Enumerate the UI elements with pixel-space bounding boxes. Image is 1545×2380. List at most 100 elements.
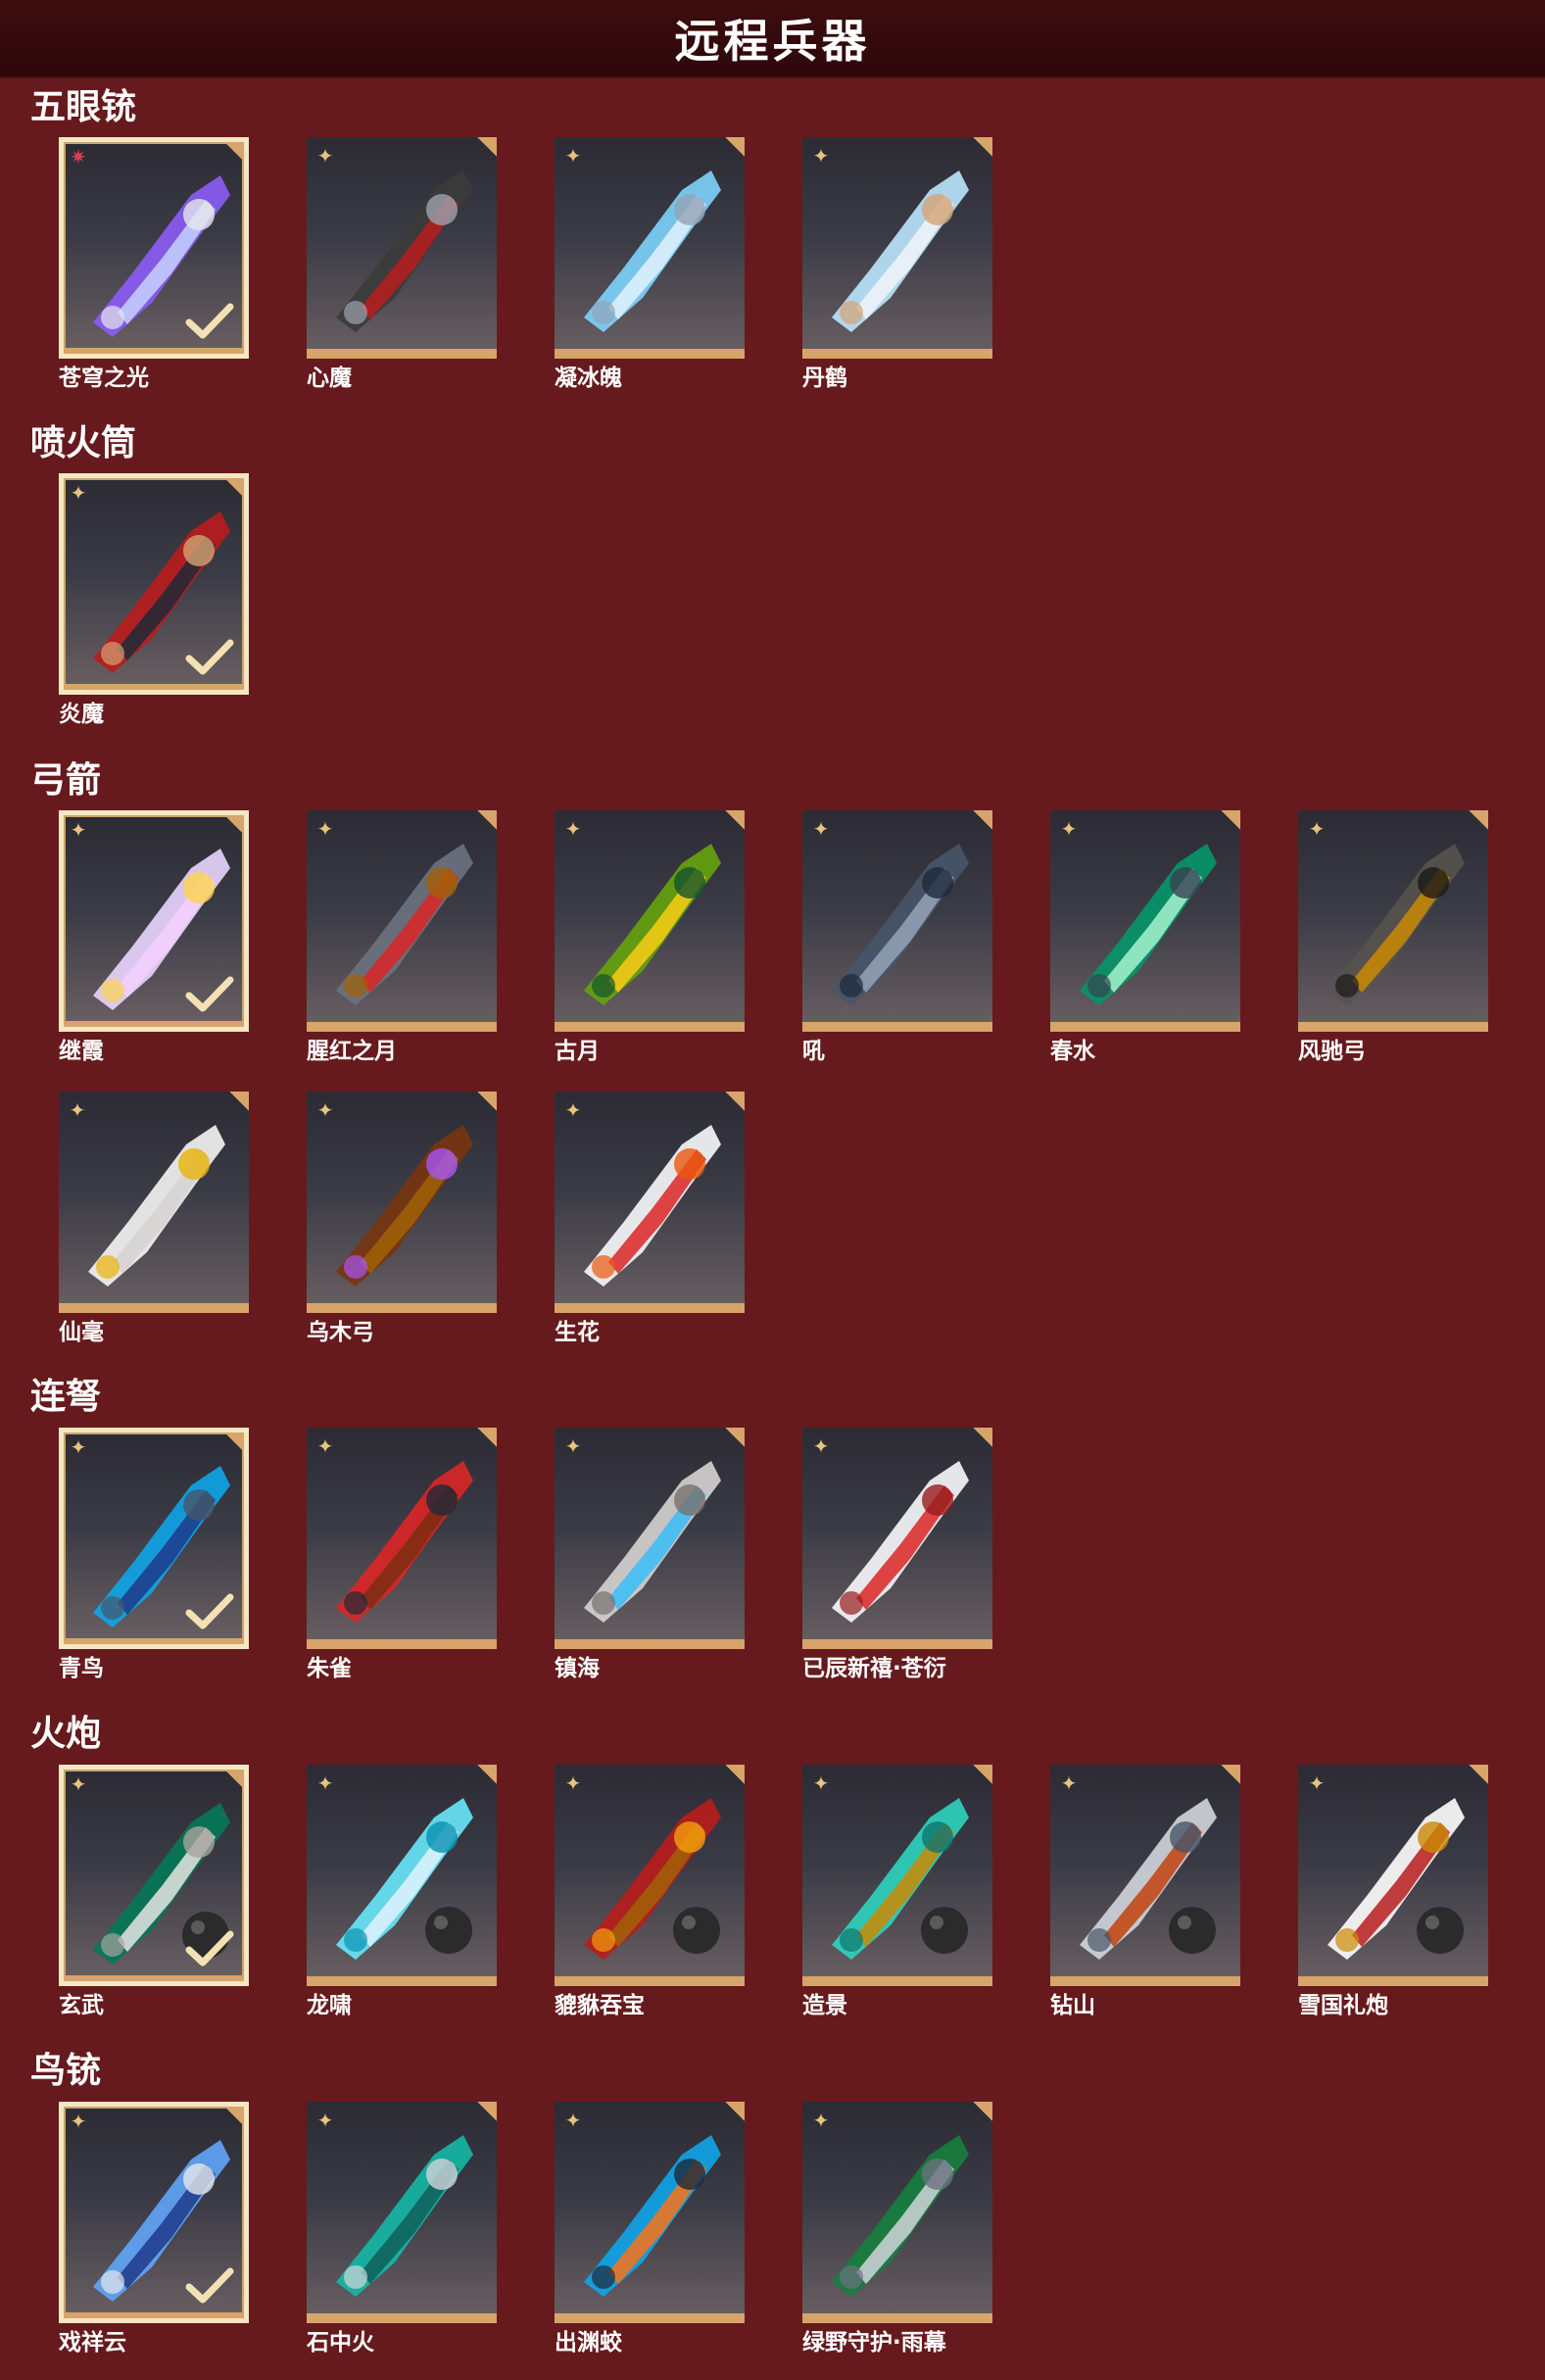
- page-header: 远程兵器: [0, 0, 1545, 78]
- corner-tab-icon: [723, 2102, 745, 2123]
- weapon-thumbnail: ✦: [555, 137, 745, 359]
- weapon-card[interactable]: ✦ 朱雀: [307, 1428, 497, 1688]
- weapon-thumbnail: ✦: [802, 2102, 992, 2323]
- weapon-thumbnail: ✦: [59, 1765, 249, 1986]
- check-icon: [185, 303, 234, 339]
- weapon-card[interactable]: ✦ 青鸟: [59, 1428, 249, 1688]
- weapon-thumbnail: ✦: [59, 810, 249, 1032]
- weapon-card[interactable]: ✦ 丹鹤: [802, 137, 992, 398]
- corner-tab-icon: [475, 1428, 497, 1449]
- gold-star-rarity-icon: ✦: [1308, 817, 1326, 841]
- weapon-thumbnail: ✦: [555, 2102, 745, 2323]
- weapon-thumbnail: ✦: [307, 810, 497, 1032]
- weapon-card[interactable]: ✦ 玄武: [59, 1765, 249, 2025]
- corner-tab-icon: [475, 810, 497, 832]
- corner-tab-icon: [227, 1092, 249, 1113]
- weapon-card[interactable]: ✦ 吼: [802, 810, 992, 1071]
- gold-star-rarity-icon: ✦: [1308, 1772, 1326, 1795]
- corner-tab-icon: [971, 137, 992, 159]
- weapon-name: 仙毫: [59, 1320, 104, 1345]
- section-title: 连弩: [30, 1377, 102, 1417]
- weapon-thumbnail: ✦: [59, 1428, 249, 1649]
- gold-star-rarity-icon: ✦: [69, 1098, 86, 1122]
- weapon-name: 风驰弓: [1298, 1039, 1366, 1064]
- corner-tab-icon: [971, 810, 992, 832]
- weapon-name: 青鸟: [59, 1656, 104, 1681]
- gold-star-rarity-icon: ✦: [316, 1434, 334, 1458]
- gold-star-rarity-icon: ✦: [812, 1434, 830, 1458]
- weapon-thumbnail: ✦: [307, 1428, 497, 1649]
- weapon-thumbnail: ✦: [802, 137, 992, 359]
- gold-star-rarity-icon: ✦: [564, 2109, 582, 2132]
- weapon-card[interactable]: ✦ 心魔: [307, 137, 497, 398]
- weapon-card[interactable]: ✦ 龙啸: [307, 1765, 497, 2025]
- weapon-card[interactable]: ✦ 石中火: [307, 2102, 497, 2362]
- weapon-card[interactable]: ✦ 钻山: [1050, 1765, 1240, 2025]
- corner-tab-icon: [222, 1770, 244, 1791]
- weapon-image: [584, 1798, 721, 1960]
- gold-star-rarity-icon: ✦: [316, 144, 334, 168]
- gold-star-rarity-icon: ✦: [316, 1772, 334, 1795]
- weapon-thumbnail: ✷: [59, 137, 249, 359]
- weapon-image: [336, 844, 473, 1005]
- weapon-name: 丹鹤: [802, 365, 847, 391]
- corner-tab-icon: [1219, 1765, 1240, 1786]
- weapon-name: 戏祥云: [59, 2330, 126, 2356]
- weapon-name: 龙啸: [307, 1993, 352, 2018]
- weapon-card[interactable]: ✦ 镇海: [555, 1428, 745, 1688]
- gold-star-rarity-icon: ✦: [1060, 817, 1078, 841]
- weapon-card[interactable]: ✦ 风驰弓: [1298, 810, 1488, 1071]
- gold-star-rarity-icon: ✦: [70, 1773, 87, 1796]
- weapon-name: 造景: [802, 1993, 847, 2018]
- weapon-name: 玄武: [59, 1993, 104, 2018]
- gold-star-rarity-icon: ✦: [1060, 1772, 1078, 1795]
- weapon-name: 雪国礼炮: [1298, 1993, 1388, 2018]
- weapon-card[interactable]: ✦ 继霞: [59, 810, 249, 1071]
- weapon-thumbnail: ✦: [555, 1092, 745, 1313]
- weapon-name: 凝冰魄: [555, 365, 622, 391]
- weapon-thumbnail: ✦: [802, 810, 992, 1032]
- gold-star-rarity-icon: ✦: [564, 817, 582, 841]
- weapon-card[interactable]: ✦ 炎魔: [59, 473, 249, 734]
- weapon-card[interactable]: ✦ 生花: [555, 1092, 745, 1352]
- gold-star-rarity-icon: ✦: [70, 481, 87, 505]
- weapon-thumbnail: ✦: [307, 2102, 497, 2323]
- weapon-name: 乌木弓: [307, 1320, 374, 1345]
- weapon-image: [1328, 1798, 1465, 1960]
- corner-tab-icon: [971, 1428, 992, 1449]
- weapon-card[interactable]: ✦ 腥红之月: [307, 810, 497, 1071]
- weapon-card[interactable]: ✦ 仙毫: [59, 1092, 249, 1352]
- weapon-card[interactable]: ✦ 雪国礼炮: [1298, 1765, 1488, 2025]
- weapon-image: [88, 1125, 225, 1287]
- weapon-card[interactable]: ✦ 戏祥云: [59, 2102, 249, 2362]
- gold-star-rarity-icon: ✦: [316, 1098, 334, 1122]
- weapon-card[interactable]: ✦ 出渊蛟: [555, 2102, 745, 2362]
- weapon-card[interactable]: ✦ 貔貅吞宝: [555, 1765, 745, 2025]
- gold-star-rarity-icon: ✦: [564, 1772, 582, 1795]
- gold-star-rarity-icon: ✦: [316, 2109, 334, 2132]
- weapon-name: 绿野守护·雨幕: [802, 2330, 946, 2356]
- weapon-card[interactable]: ✦ 乌木弓: [307, 1092, 497, 1352]
- weapon-thumbnail: ✦: [555, 1765, 745, 1986]
- weapon-card[interactable]: ✦ 古月: [555, 810, 745, 1071]
- gold-star-rarity-icon: ✦: [564, 1098, 582, 1122]
- corner-tab-icon: [222, 2107, 244, 2128]
- gold-star-rarity-icon: ✦: [812, 817, 830, 841]
- weapon-name: 春水: [1050, 1039, 1095, 1064]
- weapon-card[interactable]: ✦ 春水: [1050, 810, 1240, 1071]
- section-title: 弓箭: [30, 760, 102, 801]
- weapon-card[interactable]: ✦ 已辰新禧·苍衍: [802, 1428, 992, 1688]
- weapon-card[interactable]: ✦ 造景: [802, 1765, 992, 2025]
- weapon-image: [1328, 844, 1465, 1005]
- gold-star-rarity-icon: ✦: [70, 1435, 87, 1459]
- weapon-card[interactable]: ✦ 绿野守护·雨幕: [802, 2102, 992, 2362]
- corner-tab-icon: [475, 1765, 497, 1786]
- weapon-name: 镇海: [555, 1656, 600, 1681]
- weapon-card[interactable]: ✷ 苍穹之光: [59, 137, 249, 398]
- corner-tab-icon: [222, 1433, 244, 1454]
- gold-star-rarity-icon: ✦: [812, 144, 830, 168]
- weapon-card[interactable]: ✦ 凝冰魄: [555, 137, 745, 398]
- red-star-rarity-icon: ✷: [70, 145, 87, 169]
- section-title: 火炮: [30, 1714, 102, 1754]
- weapon-name: 生花: [555, 1320, 600, 1345]
